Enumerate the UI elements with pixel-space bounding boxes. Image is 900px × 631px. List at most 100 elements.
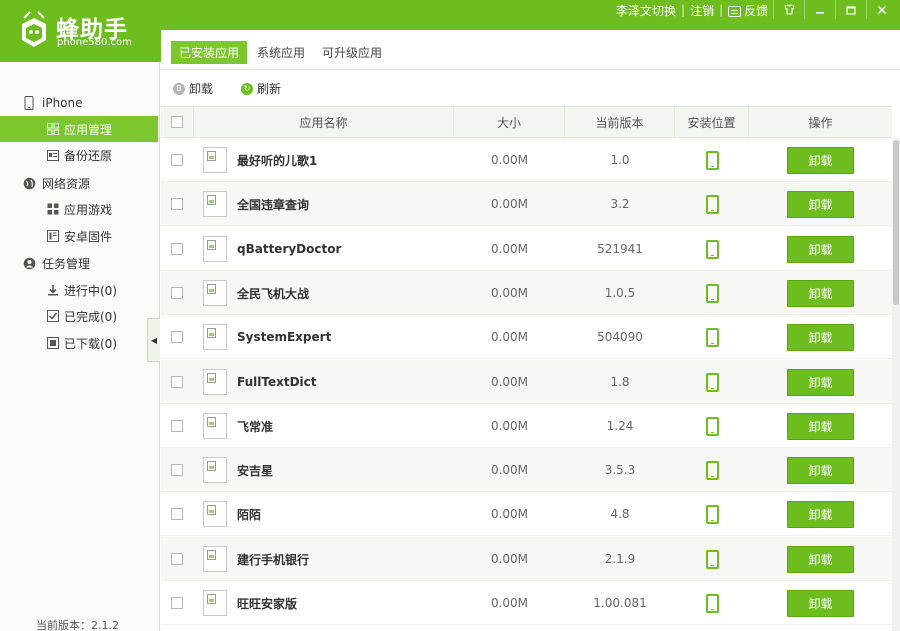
app-name: SystemExpert	[237, 330, 332, 344]
minimize-button[interactable]	[804, 0, 835, 19]
current-version: 当前版本：2.1.2	[36, 619, 119, 631]
app-version: 504090	[597, 330, 643, 344]
uninstall-button[interactable]: 卸载	[787, 545, 854, 573]
row-checkbox[interactable]	[171, 553, 183, 565]
table-row[interactable]: 最好听的儿歌1 0.00M 1.0 卸载	[161, 138, 892, 182]
version-cell: 1.24	[565, 404, 675, 448]
maximize-button[interactable]	[835, 0, 866, 19]
column-header-name[interactable]: 应用名称	[194, 107, 454, 137]
row-checkbox[interactable]	[171, 287, 183, 299]
sidebar-item-completed[interactable]: 已完成(0)	[0, 303, 158, 329]
row-checkbox[interactable]	[171, 154, 183, 166]
uninstall-button[interactable]: 卸载	[787, 279, 854, 307]
switch-user-link[interactable]: 李泽文切换	[616, 2, 676, 19]
sidebar-item-android-firmware[interactable]: 安卓固件	[0, 223, 158, 249]
close-button[interactable]	[866, 0, 897, 19]
app-name-cell: 全民飞机大战	[203, 271, 453, 315]
phone-icon	[705, 416, 719, 436]
tab-system-apps[interactable]: 系统应用	[249, 41, 313, 64]
table-row[interactable]: 建行手机银行 0.00M 2.1.9 卸载	[161, 537, 892, 581]
close-icon	[877, 5, 887, 14]
sidebar-item-in-progress[interactable]: 进行中(0)	[0, 277, 158, 303]
app-size: 0.00M	[490, 463, 529, 477]
size-cell: 0.00M	[454, 138, 565, 182]
uninstall-button[interactable]: 卸载	[787, 589, 854, 617]
table-row[interactable]: 陌陌 0.00M 4.8 卸载	[161, 492, 892, 536]
sidebar-item-backup[interactable]: 备份还原	[0, 142, 158, 168]
row-checkbox[interactable]	[171, 464, 183, 476]
tab-installed-apps[interactable]: 已安装应用	[171, 41, 248, 64]
skin-button[interactable]	[773, 0, 804, 19]
row-checkbox[interactable]	[171, 198, 183, 210]
row-checkbox[interactable]	[171, 331, 183, 343]
refresh-button[interactable]: ↻ 刷新	[241, 80, 281, 97]
vertical-scrollbar[interactable]	[892, 138, 900, 631]
version-cell: 1.00.081	[565, 581, 675, 625]
sidebar-item-app-manage[interactable]: 应用管理	[0, 116, 158, 142]
sidebar-group-tasks[interactable]: 任务管理	[0, 250, 160, 276]
app-name-cell: 陌陌	[203, 492, 453, 536]
uninstall-selected-button[interactable]: B 卸载	[173, 80, 213, 97]
globe-icon	[22, 176, 36, 190]
phone-icon	[705, 593, 719, 613]
size-cell: 0.00M	[454, 315, 565, 359]
row-checkbox[interactable]	[171, 597, 183, 609]
location-cell	[675, 138, 749, 182]
uninstall-button[interactable]: 卸载	[787, 190, 854, 218]
action-cell: 卸载	[749, 448, 892, 492]
column-header-version[interactable]: 当前版本	[565, 107, 675, 137]
uninstall-button[interactable]: 卸载	[787, 412, 854, 440]
sidebar-item-label: 已下载(0)	[64, 336, 117, 351]
divider: |	[719, 3, 724, 17]
phone-icon	[705, 460, 719, 480]
top-links: 李泽文切换 | 注销 | 反馈	[616, 2, 768, 19]
app-name: qBatteryDoctor	[237, 242, 342, 256]
column-header-location[interactable]: 安装位置	[675, 107, 749, 137]
table-row[interactable]: 旺旺安家版 0.00M 1.00.081 卸载	[161, 581, 892, 625]
select-all-checkbox[interactable]	[171, 116, 183, 128]
phone-icon	[705, 194, 719, 214]
uninstall-button[interactable]: 卸载	[787, 323, 854, 351]
sidebar-item-downloaded[interactable]: 已下载(0)	[0, 330, 158, 356]
uninstall-button[interactable]: 卸载	[787, 235, 854, 263]
sidebar-item-label: 已完成(0)	[64, 309, 117, 324]
row-checkbox[interactable]	[171, 376, 183, 388]
row-checkbox[interactable]	[171, 508, 183, 520]
row-checkbox[interactable]	[171, 243, 183, 255]
column-header-size[interactable]: 大小	[454, 107, 565, 137]
size-cell: 0.00M	[454, 404, 565, 448]
table-row[interactable]: 飞常准 0.00M 1.24 卸载	[161, 404, 892, 448]
table-row[interactable]: 安吉星 0.00M 3.5.3 卸载	[161, 448, 892, 492]
location-cell	[675, 182, 749, 226]
sidebar-group-network[interactable]: 网络资源	[0, 170, 160, 196]
action-cell: 卸载	[749, 537, 892, 581]
minimize-icon	[816, 11, 824, 13]
tab-bar: 已安装应用 系统应用 可升级应用	[161, 30, 900, 70]
table-row[interactable]: SystemExpert 0.00M 504090 卸载	[161, 315, 892, 359]
uninstall-button[interactable]: 卸载	[787, 368, 854, 396]
table-row[interactable]: qBatteryDoctor 0.00M 521941 卸载	[161, 227, 892, 271]
app-size: 0.00M	[490, 153, 529, 167]
tab-upgradable-apps[interactable]: 可升级应用	[314, 41, 390, 64]
app-version: 1.24	[606, 419, 634, 433]
table-row[interactable]: 全国违章查询 0.00M 3.2 卸载	[161, 182, 892, 226]
row-checkbox-cell	[171, 227, 191, 271]
action-cell: 卸载	[749, 138, 892, 182]
app-size: 0.00M	[490, 596, 529, 610]
sidebar-collapse-toggle[interactable]: ◀	[147, 318, 160, 362]
uninstall-button[interactable]: 卸载	[787, 500, 854, 528]
feedback-link[interactable]: 反馈	[728, 2, 768, 19]
scrollbar-thumb[interactable]	[893, 140, 899, 305]
row-checkbox-cell	[171, 138, 191, 182]
sidebar-group-iphone[interactable]: iPhone	[0, 90, 160, 116]
window-controls	[773, 0, 897, 19]
app-version: 3.2	[610, 197, 630, 211]
uninstall-button[interactable]: 卸载	[787, 456, 854, 484]
sidebar-item-apps-games[interactable]: 应用游戏	[0, 196, 158, 222]
uninstall-button[interactable]: 卸载	[787, 146, 854, 174]
table-row[interactable]: 全民飞机大战 0.00M 1.0.5 卸载	[161, 271, 892, 315]
row-checkbox[interactable]	[171, 420, 183, 432]
app-name-cell: 旺旺安家版	[203, 581, 453, 625]
logout-link[interactable]: 注销	[690, 2, 714, 19]
table-row[interactable]: FullTextDict 0.00M 1.8 卸载	[161, 360, 892, 404]
